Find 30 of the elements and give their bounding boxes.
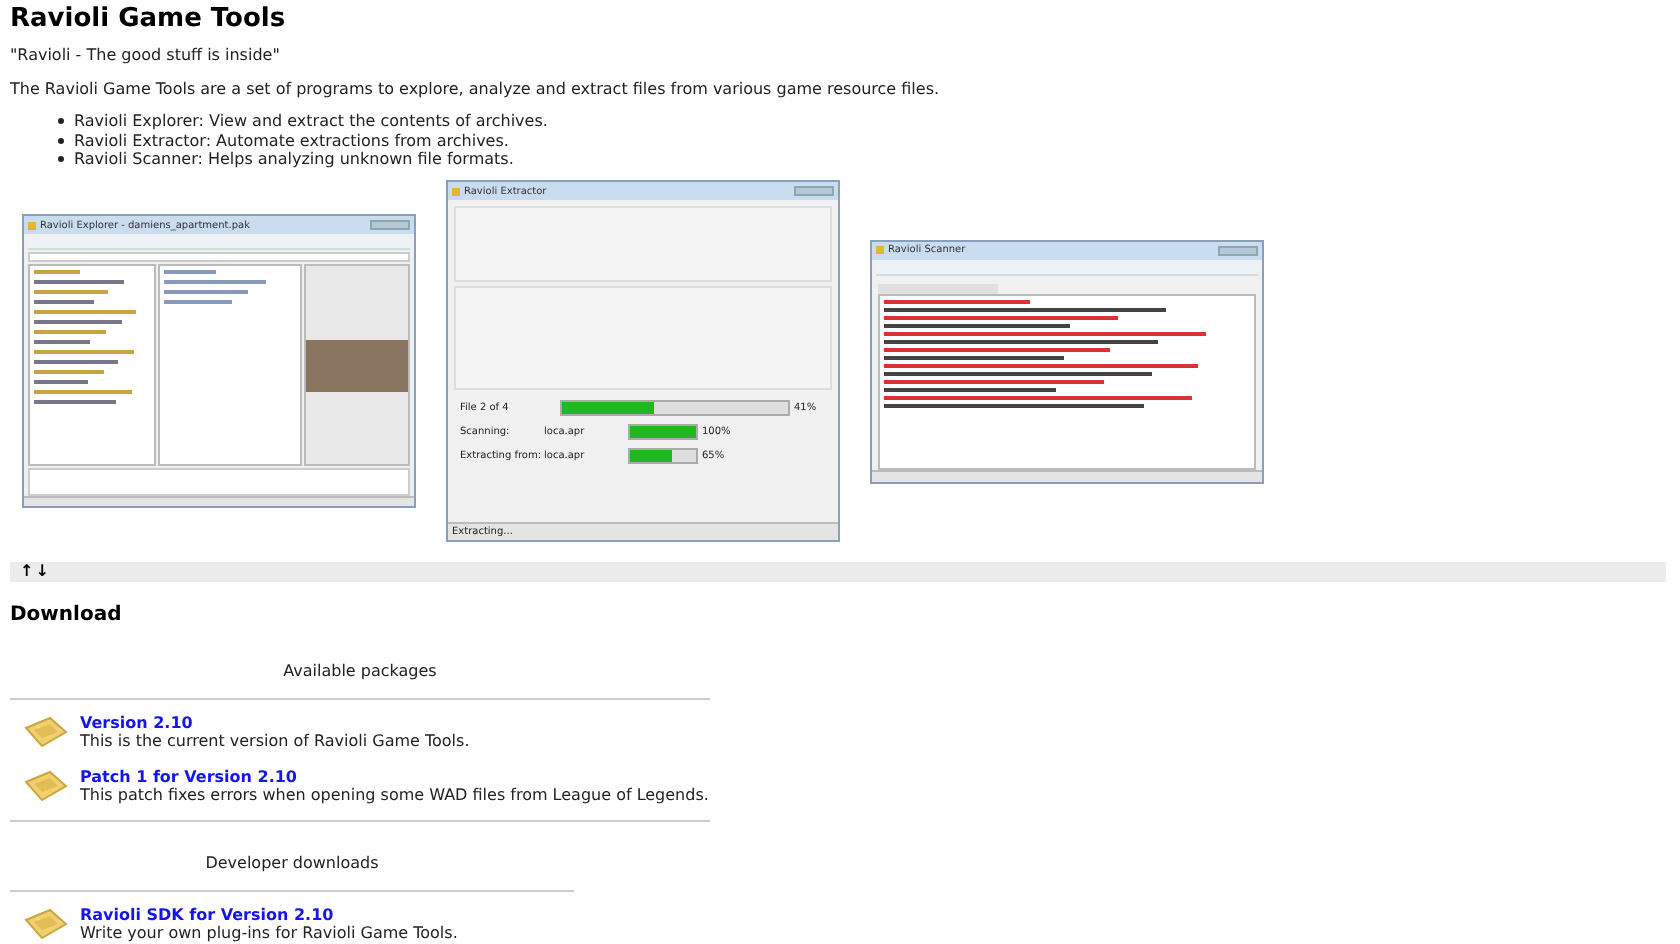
- arrow-link[interactable]: ↓: [35, 562, 49, 580]
- table-caption: Developer downloads: [203, 853, 381, 873]
- window-controls-icon: [794, 186, 834, 196]
- window-controls-icon: [370, 220, 410, 230]
- package-icon: [24, 716, 68, 748]
- bullet-icon: [58, 118, 64, 125]
- section-heading: Download: [10, 601, 124, 629]
- link-description: Write your own plug-ins for Ravioli Game Tools.: [80, 923, 458, 943]
- link-description: This patch fixes errors when opening some WAD files from League of Legends.: [80, 785, 709, 805]
- app-icon: [876, 246, 884, 254]
- intro-paragraph: The Ravioli Game Tools are a set of programs to explore, analyze and extract files from various game resource files.: [10, 78, 942, 102]
- table-caption: Available packages: [281, 661, 439, 681]
- tagline: "Ravioli - The good stuff is inside": [10, 44, 282, 68]
- feature-item: Ravioli Extractor: Automate extractions from archives.: [74, 131, 509, 150]
- page-title: Ravioli Game Tools: [10, 2, 288, 38]
- download-link[interactable]: Version 2.10: [80, 713, 470, 731]
- feature-item: Ravioli Scanner: Helps analyzing unknown file formats.: [74, 150, 514, 169]
- package-icon: [24, 908, 68, 940]
- feature-item: Ravioli Explorer: View and extract the contents of archives.: [74, 112, 548, 131]
- window-controls-icon: [1218, 245, 1258, 255]
- bullet-icon: [58, 156, 64, 163]
- arrow-link[interactable]: ↑: [20, 562, 34, 580]
- download-link[interactable]: Patch 1 for Version 2.10: [80, 767, 709, 785]
- download-link[interactable]: Ravioli SDK for Version 2.10: [80, 905, 458, 923]
- app-icon: [452, 187, 460, 195]
- package-icon: [24, 770, 68, 802]
- bullet-icon: [58, 137, 64, 144]
- app-icon: [28, 221, 36, 229]
- photo-placeholder: [306, 339, 408, 391]
- link-description: This is the current version of Ravioli Game Tools.: [80, 731, 470, 751]
